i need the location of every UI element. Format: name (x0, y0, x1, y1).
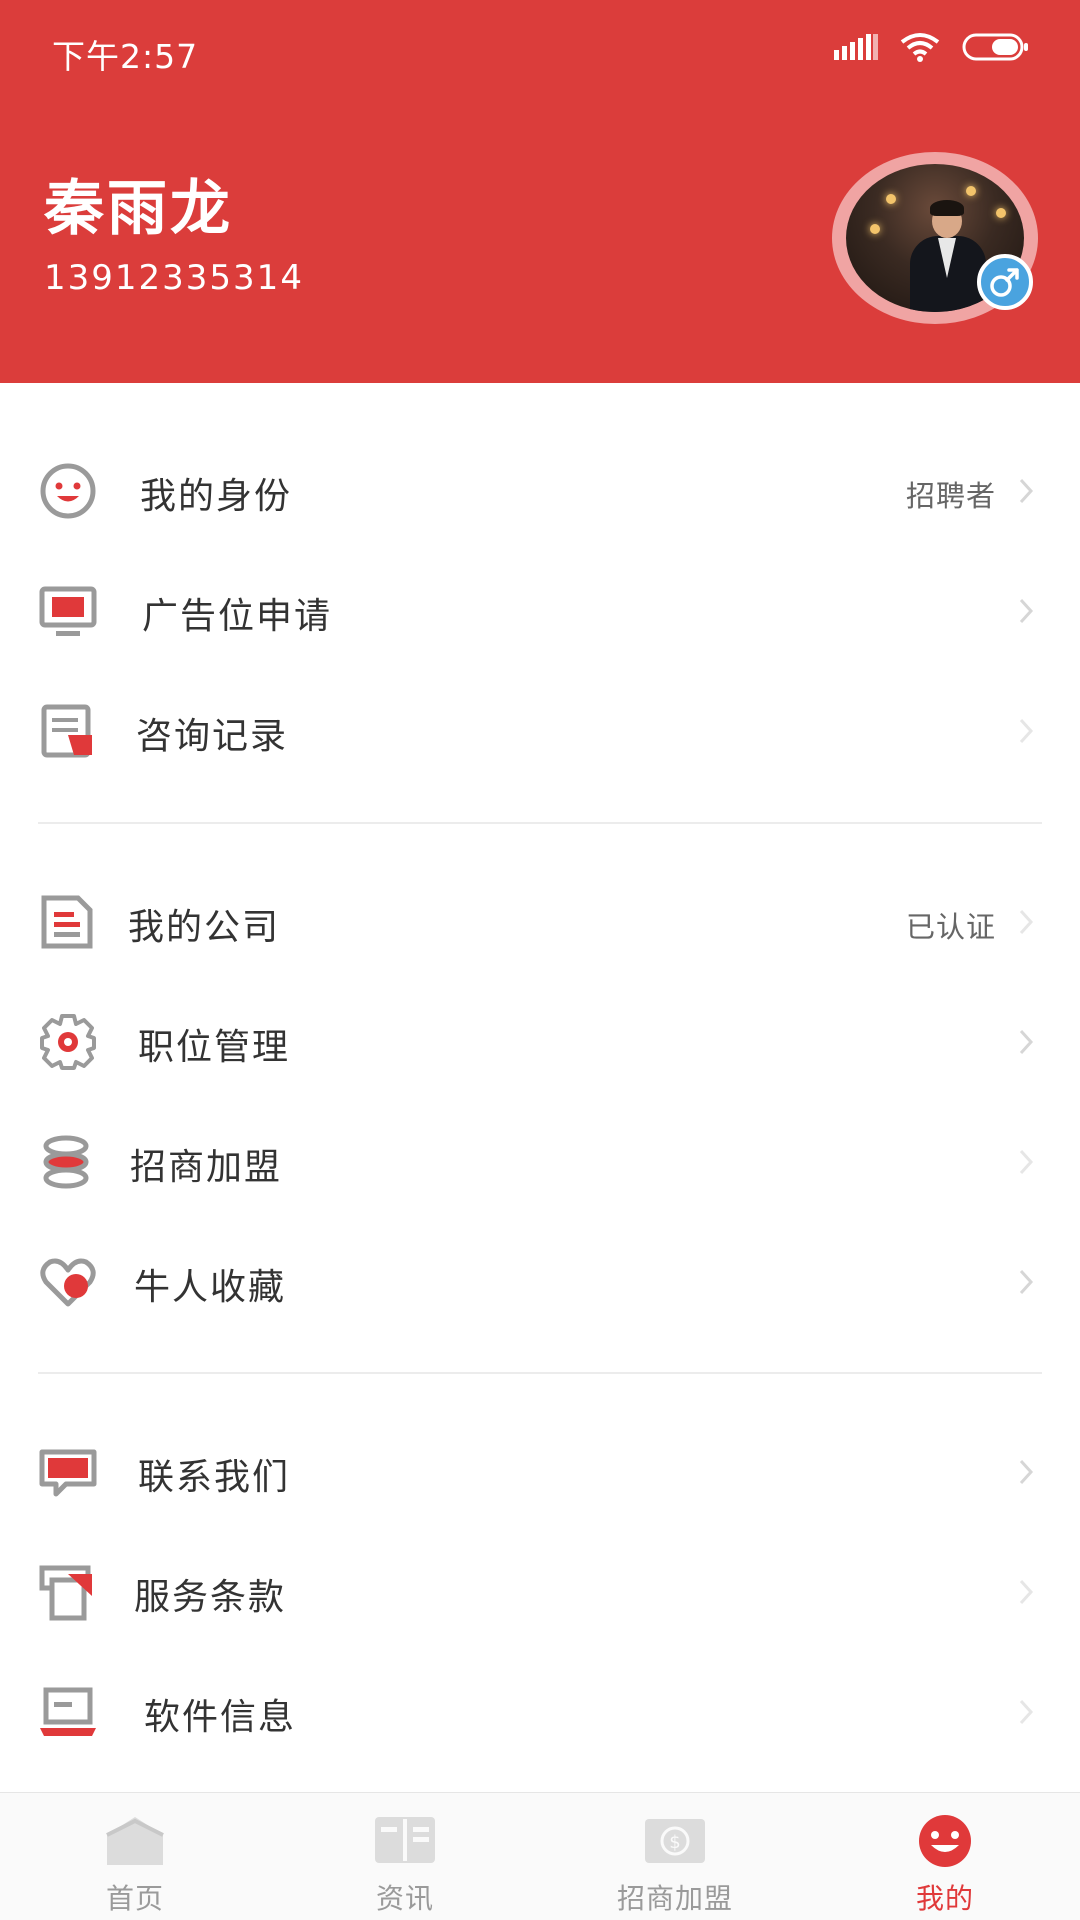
user-phone: 13912335314 (44, 258, 304, 298)
menu-label: 广告位申请 (142, 596, 333, 637)
menu-label: 服务条款 (134, 1577, 287, 1618)
menu-label: 我的公司 (128, 907, 281, 948)
money-icon: $ (645, 1819, 705, 1863)
menu-item-my-company[interactable]: 我的公司 已认证 (0, 862, 1080, 982)
menu-label: 咨询记录 (136, 716, 289, 757)
menu-label: 职位管理 (138, 1027, 291, 1068)
chevron-right-icon (1019, 909, 1034, 935)
signal-icon (834, 34, 878, 60)
company-status-value: 已认证 (905, 910, 996, 944)
tab-label: 首页 (105, 1882, 164, 1915)
menu-item-ad-application[interactable]: 广告位申请 (0, 551, 1080, 671)
tab-label: 资讯 (375, 1882, 434, 1915)
menu-label: 我的身份 (140, 476, 293, 517)
menu-label: 软件信息 (144, 1697, 297, 1738)
profile-header: 下午2:57 秦雨龙 13912335314 (0, 0, 1080, 383)
menu-item-talent-favorites[interactable]: 牛人收藏 (0, 1222, 1080, 1342)
book-icon (375, 1817, 435, 1863)
menu-item-franchise[interactable]: 招商加盟 (0, 1102, 1080, 1222)
menu-label: 联系我们 (138, 1457, 291, 1498)
gear-icon (40, 1014, 96, 1070)
chevron-right-icon (1019, 1029, 1034, 1055)
chevron-right-icon (1019, 478, 1034, 504)
battery-icon (962, 33, 1028, 61)
document-icon (41, 895, 93, 949)
monitor-icon (39, 586, 97, 636)
tab-home[interactable]: 首页 (0, 1793, 270, 1920)
heart-icon (40, 1258, 96, 1307)
stack-icon (43, 1135, 89, 1189)
menu-label: 招商加盟 (130, 1147, 283, 1188)
divider (38, 1372, 1042, 1374)
status-bar: 下午2:57 (0, 0, 1080, 100)
chevron-right-icon (1019, 1579, 1034, 1605)
chevron-right-icon (1019, 1459, 1034, 1485)
menu-label: 牛人收藏 (134, 1267, 287, 1308)
chevron-right-icon (1019, 1699, 1034, 1725)
menu-item-identity[interactable]: 我的身份 招聘者 (0, 431, 1080, 551)
wifi-icon (900, 33, 940, 62)
status-time: 下午2:57 (52, 37, 199, 76)
user-name: 秦雨龙 (44, 174, 233, 244)
laptop-icon (40, 1687, 96, 1736)
menu-item-software-info[interactable]: 软件信息 (0, 1652, 1080, 1772)
menu-item-contact-us[interactable]: 联系我们 (0, 1412, 1080, 1532)
smiley-icon (40, 463, 96, 519)
chevron-right-icon (1019, 1149, 1034, 1175)
avatar[interactable] (832, 152, 1040, 324)
record-icon (41, 704, 92, 758)
chat-icon (39, 1449, 97, 1497)
male-gender-icon (977, 254, 1033, 310)
menu-item-position-management[interactable]: 职位管理 (0, 982, 1080, 1102)
menu-item-terms-of-service[interactable]: 服务条款 (0, 1532, 1080, 1652)
tab-label: 我的 (915, 1882, 974, 1915)
terms-icon (39, 1565, 92, 1621)
status-icons (834, 32, 1030, 62)
divider (38, 822, 1042, 824)
tab-news[interactable]: 资讯 (270, 1793, 540, 1920)
chevron-right-icon (1019, 1269, 1034, 1295)
tab-franchise[interactable]: $ 招商加盟 (540, 1793, 810, 1920)
identity-value: 招聘者 (905, 479, 996, 513)
chevron-right-icon (1019, 598, 1034, 624)
chevron-right-icon (1019, 718, 1034, 744)
bottom-tab-bar: 首页 资讯 $ 招商加盟 我的 (0, 1792, 1080, 1920)
menu-item-consult-records[interactable]: 咨询记录 (0, 671, 1080, 791)
tab-label: 招商加盟 (616, 1882, 733, 1915)
home-icon (106, 1817, 164, 1865)
tab-mine[interactable]: 我的 (810, 1793, 1080, 1920)
smiley-icon (919, 1815, 971, 1867)
svg-text:$: $ (669, 1832, 680, 1853)
